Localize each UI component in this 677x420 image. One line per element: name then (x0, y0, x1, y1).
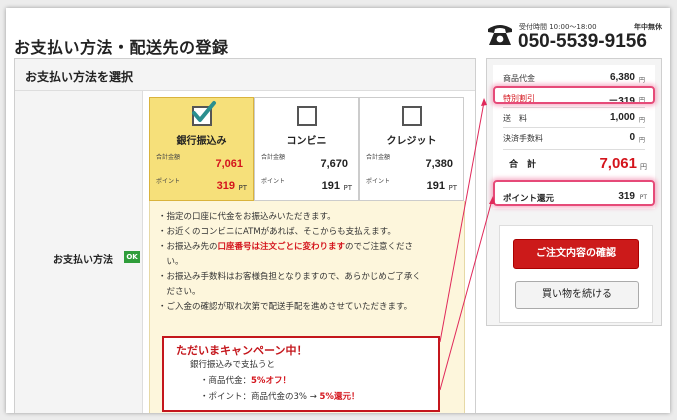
page-title: お支払い方法・配送先の登録 (14, 38, 229, 57)
option-label: クレジット (386, 136, 437, 147)
point-caption: ポイント (261, 178, 286, 185)
option-label: コンビニ (286, 136, 327, 147)
campaign-highlight: 5%オフ！ (251, 376, 291, 386)
payment-option-bank[interactable]: 銀行振込み 合計金額 7,061 ポイント 319 PT (149, 97, 254, 201)
contact-phone: 受付時間 10:00～18:00 年中無休 050-5539-9156 (486, 18, 668, 54)
note-item: い。 (158, 257, 184, 267)
page-frame: お支払い方法・配送先の登録 受付時間 10:00～18:00 年中無休 050-… (6, 8, 670, 413)
point-caption: ポイント (366, 178, 391, 185)
campaign-line: ・ポイント：商品代金の3% → 5%還元！ (200, 390, 359, 402)
payment-header: お支払い方法を選択 (15, 59, 475, 91)
divider (503, 127, 645, 128)
continue-shopping-button[interactable]: 買い物を続ける (515, 281, 639, 309)
campaign-highlight: 5%還元！ (319, 392, 360, 402)
row-value: 6,380 (609, 72, 635, 83)
yen-unit: 円 (640, 163, 647, 171)
campaign-line: ・商品代金：5%オフ！ (200, 374, 291, 386)
summary-row: 商品代金 6,380 円 (499, 71, 649, 85)
price-breakdown: 商品代金 6,380 円 特別割引 －319 円 送 料 1,000 円 決済手… (493, 65, 655, 195)
note-item: ・お振込み先の口座番号は注文ごとに変わりますのでご注意くださ (158, 240, 458, 255)
discount-highlight (493, 86, 655, 104)
row-label: 決済手数料 (503, 134, 543, 143)
note-highlight: 口座番号は注文ごとに変わります (217, 242, 346, 252)
campaign-line: 銀行振込みで支払うと (190, 360, 276, 370)
option-total: 7,061 (215, 158, 243, 170)
option-points: 319 (216, 180, 235, 192)
note-item: ・お振込み手数料はお客様負担となりますので、あらかじめご了承く (158, 272, 421, 282)
campaign-box: ただいまキャンペーン中！ 銀行振込みで支払うと ・商品代金：5%オフ！ ・ポイン… (162, 336, 440, 412)
checkbox-icon[interactable] (297, 106, 317, 126)
pt-unit: PT (448, 184, 458, 192)
total-caption: 合計金額 (261, 154, 286, 161)
pt-unit: PT (343, 184, 353, 192)
yen-unit: 円 (638, 117, 645, 124)
pt-unit: PT (238, 184, 248, 192)
ok-badge: OK (124, 251, 140, 263)
note-item: ・お近くのコンビニにATMがあれば、そこからも支払えます。 (158, 227, 396, 237)
option-points: 191 (426, 180, 445, 192)
total-value: 7,061 (599, 155, 637, 172)
total-label: 合 計 (509, 160, 537, 170)
row-label: 送 料 (503, 114, 527, 123)
divider (503, 149, 645, 150)
campaign-text: ・ポイント：商品代金の3% → (200, 392, 320, 402)
payment-option-convenience[interactable]: コンビニ 合計金額 7,670 ポイント 191 PT (254, 97, 359, 201)
phone-icon (488, 25, 512, 45)
payment-option-credit[interactable]: クレジット 合計金額 7,380 ポイント 191 PT (359, 97, 464, 201)
option-label: 銀行振込み (176, 136, 227, 147)
check-mark-icon (192, 101, 216, 122)
note-text: ・お振込み先の (158, 242, 218, 252)
phone-number[interactable]: 050-5539-9156 (518, 31, 647, 53)
campaign-title: ただいまキャンペーン中！ (176, 344, 308, 357)
option-total: 7,670 (320, 158, 348, 170)
confirm-order-button[interactable]: ご注文内容の確認 (513, 239, 639, 269)
summary-row: 決済手数料 0 円 (499, 131, 649, 145)
note-item: ・ご入金の確認が取れ次第で配送手配を進めさせていただきます。 (158, 302, 413, 312)
point-caption: ポイント (156, 178, 181, 185)
checkbox-icon[interactable] (402, 106, 422, 126)
payment-method-label: お支払い方法 (53, 255, 113, 266)
total-caption: 合計金額 (156, 154, 181, 161)
total-caption: 合計金額 (366, 154, 391, 161)
option-total: 7,380 (425, 158, 453, 170)
payment-heading: お支払い方法を選択 (25, 70, 134, 84)
row-value: 0 (629, 132, 635, 143)
note-text: のでご注意くださ (345, 242, 414, 252)
row-value: 1,000 (609, 112, 635, 123)
option-points: 191 (321, 180, 340, 192)
note-item: ださい。 (158, 287, 201, 297)
campaign-text: ・商品代金： (200, 376, 252, 386)
yen-unit: 円 (638, 77, 645, 84)
row-label: 商品代金 (503, 74, 535, 83)
note-item: ・指定の口座に代金をお振込みいただきます。 (158, 212, 336, 222)
yen-unit: 円 (638, 137, 645, 144)
points-highlight (493, 180, 655, 206)
payment-label-column: お支払い方法 OK (15, 91, 143, 413)
summary-row: 送 料 1,000 円 (499, 111, 649, 125)
payment-options: 銀行振込み 合計金額 7,061 ポイント 319 PT コンビニ 合計金額 7… (149, 97, 465, 201)
divider (503, 107, 645, 108)
